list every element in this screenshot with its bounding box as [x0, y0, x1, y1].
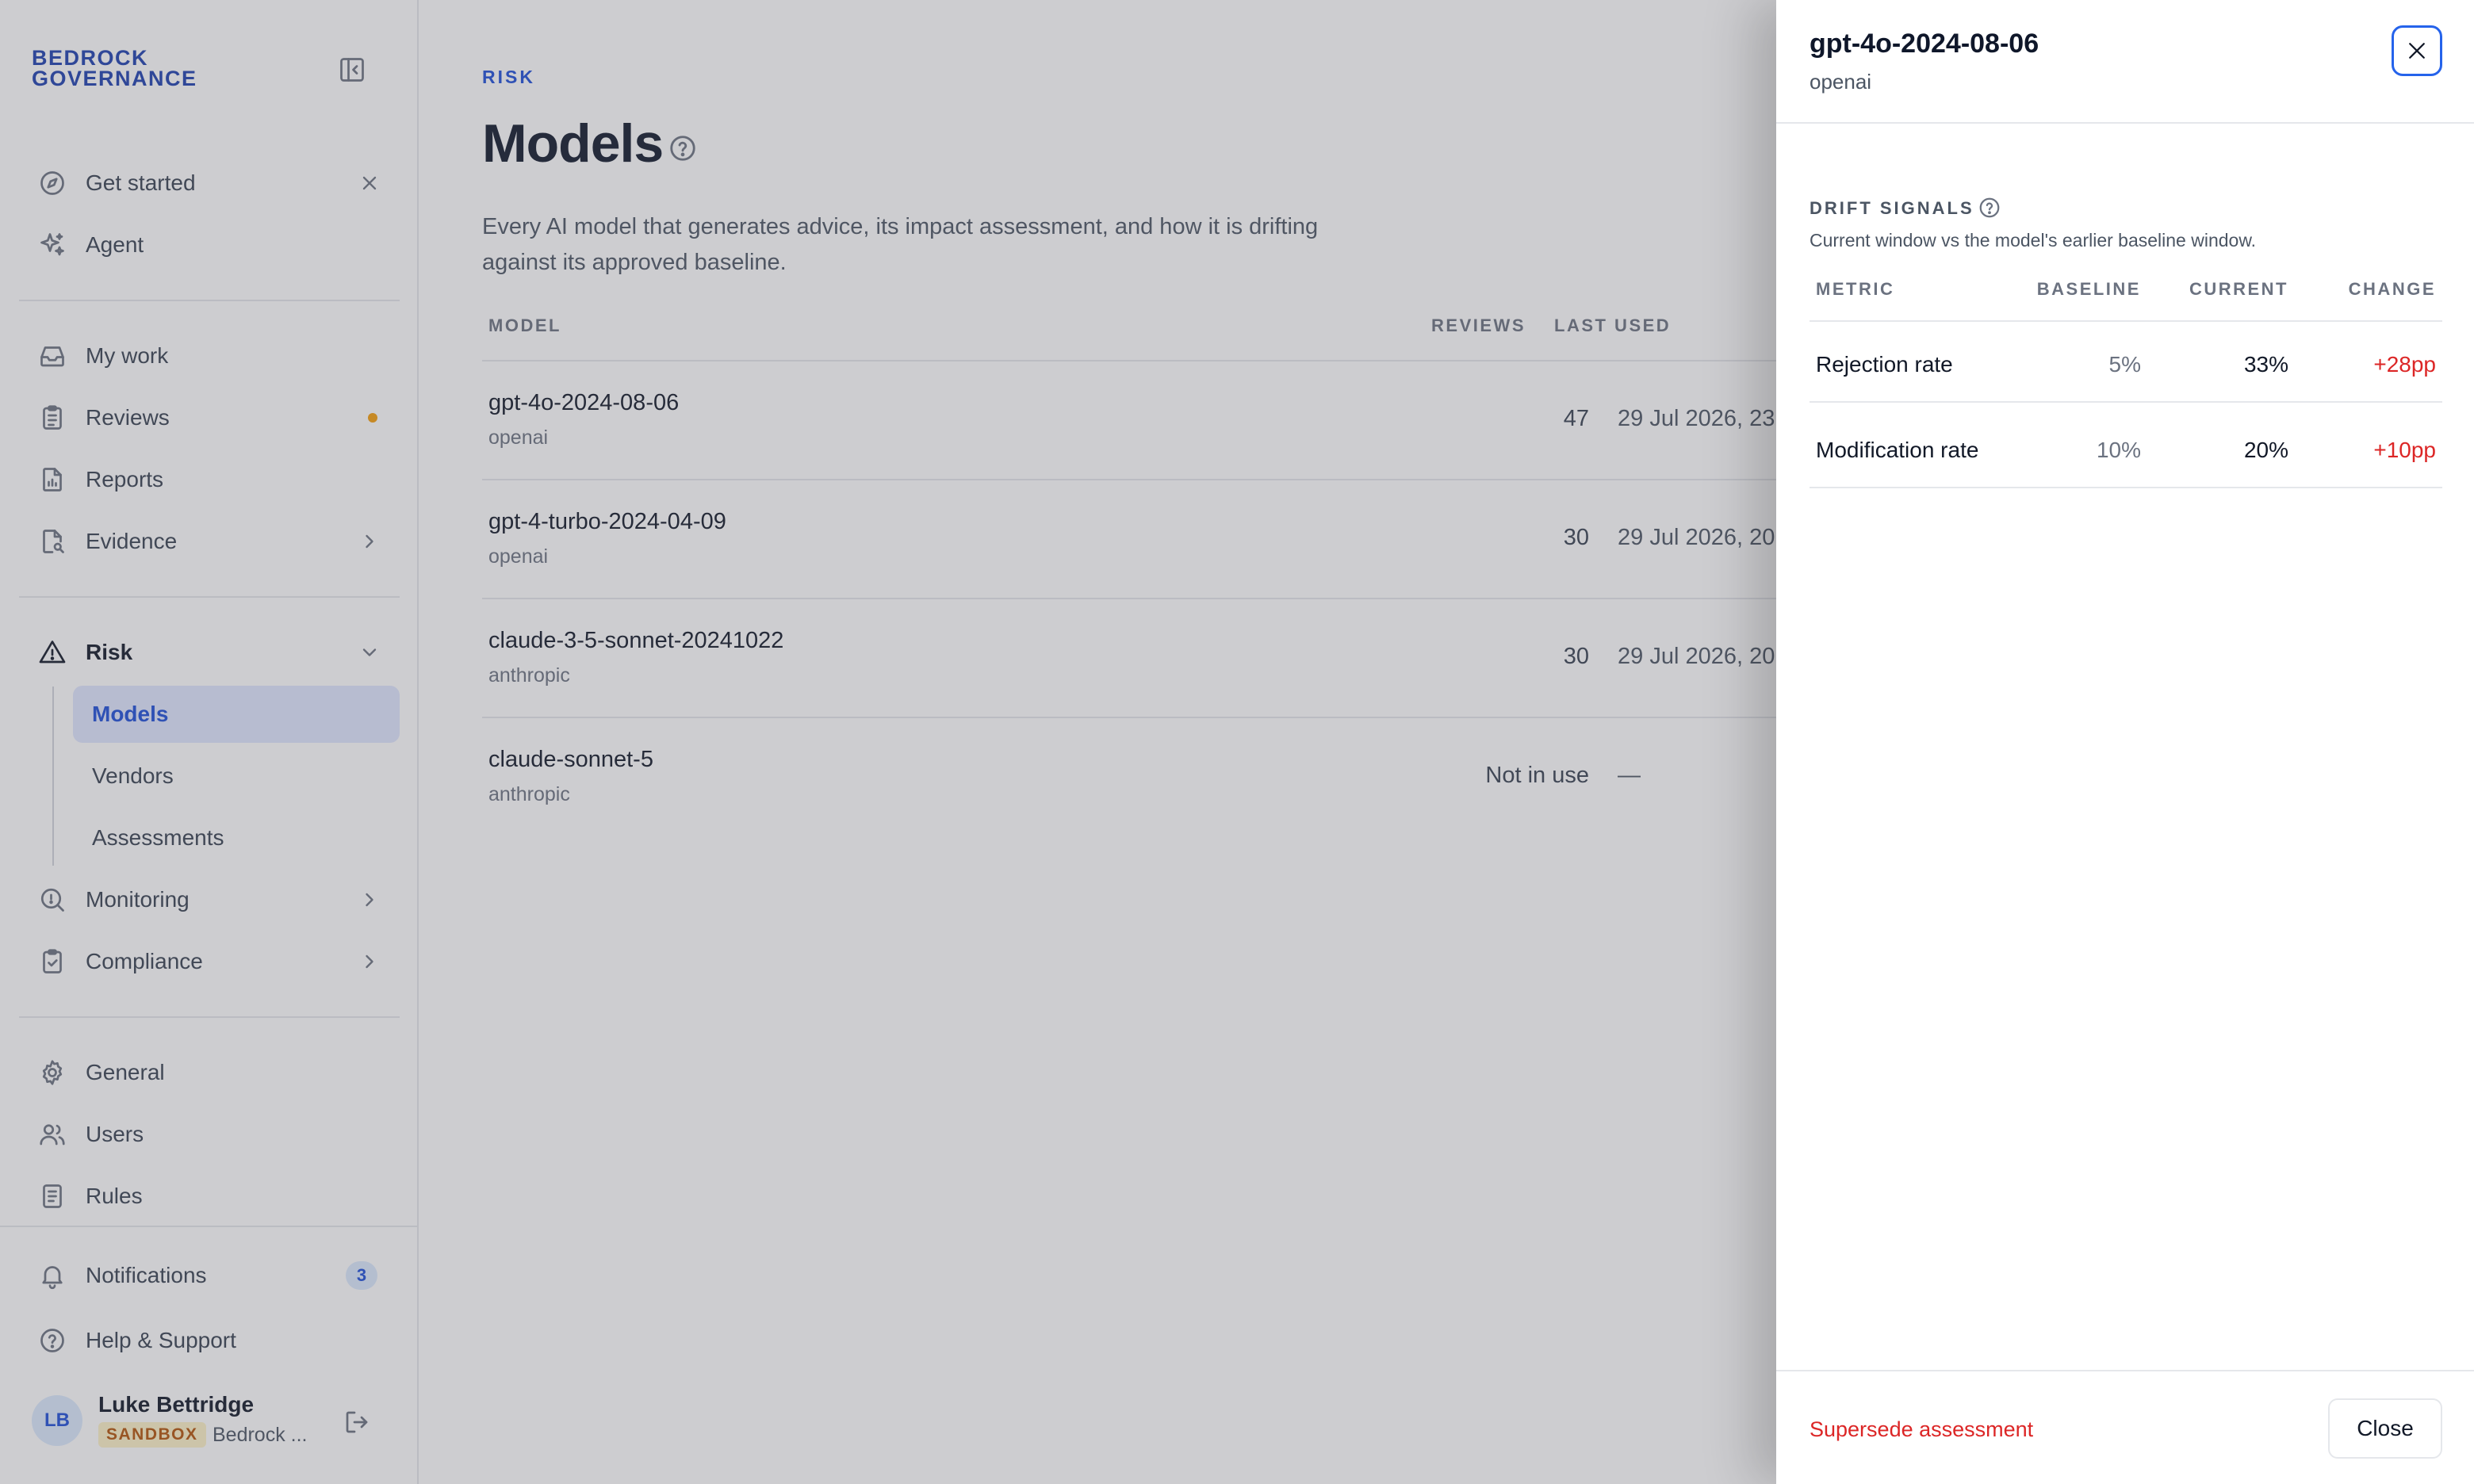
- metric-baseline: 5%: [2108, 352, 2141, 377]
- supersede-assessment-link[interactable]: Supersede assessment: [1810, 1417, 2033, 1442]
- model-detail-drawer: gpt-4o-2024-08-06 openai DRIFT SIGNALS C…: [1776, 0, 2474, 1484]
- metric-change: +28pp: [2373, 352, 2436, 377]
- column-header-baseline: BASELINE: [2036, 279, 2141, 299]
- table-divider: [1810, 320, 2442, 322]
- metric-current: 20%: [2243, 438, 2288, 462]
- metric-name: Modification rate: [1816, 438, 1979, 462]
- close-icon: [2405, 39, 2429, 63]
- help-icon[interactable]: [1978, 196, 2001, 220]
- metric-current: 33%: [2243, 352, 2288, 377]
- metric-baseline: 10%: [2096, 438, 2141, 462]
- drift-signals-description: Current window vs the model's earlier ba…: [1810, 230, 2257, 251]
- table-divider: [1810, 487, 2442, 488]
- drawer-subtitle: openai: [1810, 70, 1872, 94]
- column-header-current: CURRENT: [2189, 279, 2288, 299]
- drawer-title: gpt-4o-2024-08-06: [1810, 29, 2039, 59]
- drawer-header-divider: [1776, 122, 2474, 124]
- metric-change: +10pp: [2373, 438, 2436, 462]
- close-button[interactable]: Close: [2328, 1398, 2442, 1459]
- drawer-close-button[interactable]: [2392, 25, 2442, 76]
- drawer-footer-divider: [1776, 1370, 2474, 1371]
- drift-signals-label: DRIFT SIGNALS: [1810, 198, 1974, 218]
- metric-name: Rejection rate: [1816, 352, 1953, 377]
- table-divider: [1810, 401, 2442, 403]
- column-header-change: CHANGE: [2348, 279, 2436, 299]
- column-header-metric: METRIC: [1816, 279, 1895, 299]
